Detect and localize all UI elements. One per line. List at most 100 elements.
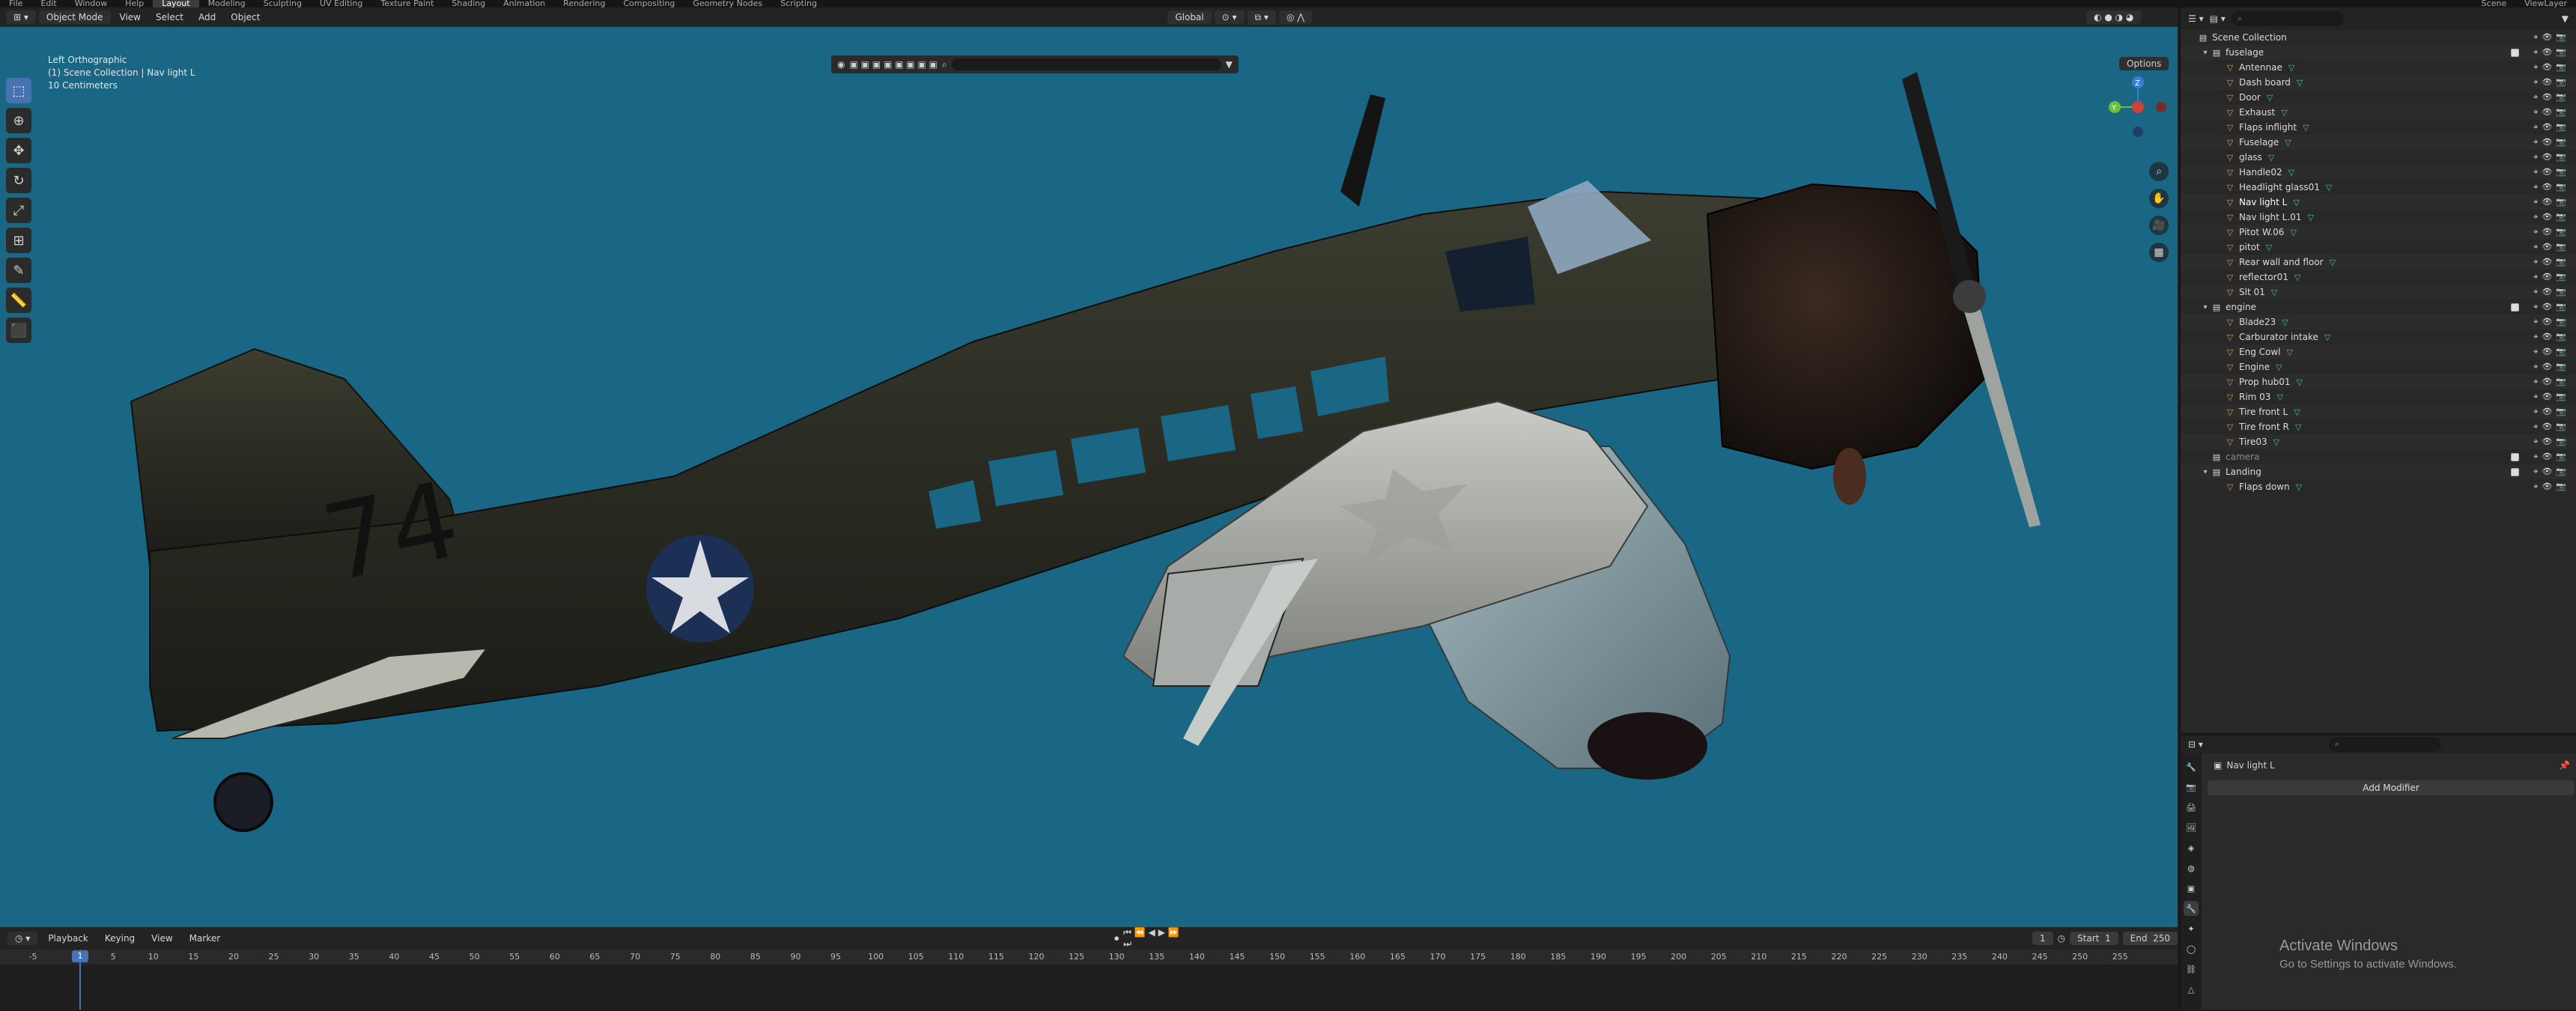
visibility-toggles[interactable]: ⌖👁📷 — [2533, 107, 2570, 118]
object-tab-icon[interactable]: ▣ — [2184, 881, 2199, 896]
outliner-object[interactable]: ▽ Exhaust ▽ ⌖👁📷 — [2181, 105, 2576, 120]
outliner-collection[interactable]: ▾ ▤ Landing ⌖👁📷 — [2181, 464, 2576, 479]
outliner-object[interactable]: ▽ Door ▽ ⌖👁📷 — [2181, 90, 2576, 105]
move-icon[interactable]: ✥ — [6, 138, 31, 163]
tool-tab-icon[interactable]: 🔧 — [2184, 759, 2199, 774]
visibility-toggles[interactable]: ⌖👁📷 — [2533, 407, 2570, 417]
menu-select[interactable]: Select — [150, 10, 189, 24]
filter-icon[interactable]: ▼ — [2562, 13, 2569, 24]
outliner-search-input[interactable]: ⌕ — [2231, 11, 2344, 26]
filter-icon[interactable]: ▼ — [1226, 59, 1233, 70]
view-layer-selector[interactable]: ViewLayer — [2515, 0, 2576, 7]
outliner-object[interactable]: ▽ Tire03 ▽ ⌖👁📷 — [2181, 434, 2576, 449]
physics-tab-icon[interactable]: ◯ — [2184, 941, 2199, 956]
visibility-toggles[interactable]: ⌖👁📷 — [2533, 47, 2570, 58]
visibility-toggles[interactable]: ⌖👁📷 — [2533, 362, 2570, 372]
visibility-toggles[interactable]: ⌖👁📷 — [2533, 212, 2570, 222]
outliner-object[interactable]: ▽ Flaps down ▽ ⌖👁📷 — [2181, 479, 2576, 494]
pivot-icon[interactable]: ⊙ ▾ — [1214, 10, 1245, 24]
outliner-object[interactable]: ▽ Headlight glass01 ▽ ⌖👁📷 — [2181, 180, 2576, 195]
exclude-checkbox[interactable] — [2511, 452, 2519, 461]
snap-icon[interactable]: ⧉ ▾ — [1247, 10, 1276, 25]
outliner-object[interactable]: ▽ Nav light L ▽ ⌖👁📷 — [2181, 195, 2576, 210]
menu-add[interactable]: Add — [192, 10, 222, 24]
outliner-object[interactable]: ▽ Pitot W.06 ▽ ⌖👁📷 — [2181, 225, 2576, 240]
outliner-collection[interactable]: ▾ ▤ fuselage ⌖👁📷 — [2181, 45, 2576, 60]
visibility-toggles[interactable]: ⌖👁📷 — [2533, 152, 2570, 163]
outliner-object[interactable]: ▽ Handle02 ▽ ⌖👁📷 — [2181, 165, 2576, 180]
visibility-toggles[interactable]: ⌖👁📷 — [2533, 242, 2570, 252]
outliner-object[interactable]: ▽ reflector01 ▽ ⌖👁📷 — [2181, 270, 2576, 285]
visibility-toggles[interactable]: ⌖👁📷 — [2533, 452, 2570, 462]
outliner-object[interactable]: ▽ Rim 03 ▽ ⌖👁📷 — [2181, 389, 2576, 404]
navigation-gizmo[interactable]: Z Y — [2104, 73, 2172, 141]
scene-tab-icon[interactable]: ◈ — [2184, 840, 2199, 855]
cursor-icon[interactable]: ⊕ — [6, 108, 31, 133]
visibility-toggles[interactable]: ⌖👁📷 — [2533, 167, 2570, 177]
3d-viewport[interactable]: 74 Left Orthographic (1) Scene Collectio… — [0, 27, 2178, 927]
visibility-toggles[interactable]: ⌖👁📷 — [2533, 197, 2570, 207]
visibility-toggles[interactable]: ⌖👁📷 — [2533, 62, 2570, 73]
zoom-icon[interactable]: ⌕ — [2149, 162, 2169, 181]
gizmo-toggle-icon[interactable]: ◉ — [837, 59, 845, 70]
view-layer-tab-icon[interactable]: 🖼 — [2184, 820, 2199, 835]
outliner-collection[interactable]: ▤ camera ⌖👁📷 — [2181, 449, 2576, 464]
visibility-toggles[interactable]: ⌖👁📷 — [2533, 317, 2570, 327]
visibility-toggles[interactable]: ⌖👁📷 — [2533, 182, 2570, 192]
rotate-icon[interactable]: ↻ — [6, 168, 31, 193]
add-modifier-button[interactable]: Add Modifier — [2208, 780, 2575, 795]
menu-keying[interactable]: Keying — [99, 932, 141, 945]
pan-icon[interactable]: ✋ — [2149, 189, 2169, 208]
menu-playback[interactable]: Playback — [42, 932, 94, 945]
tab-scripting[interactable]: Scripting — [771, 0, 826, 7]
properties-search-input[interactable]: ⌕ — [2328, 737, 2441, 752]
mode-selector[interactable]: Object Mode — [38, 10, 111, 24]
visibility-toggles[interactable]: ⌖👁📷 — [2533, 302, 2570, 312]
add-cube-icon[interactable]: ⬛ — [6, 318, 31, 343]
playback-controls[interactable]: ⏮ ⏪ ◀ ▶ ⏩ ⏭ — [1123, 927, 1182, 950]
tab-uv-editing[interactable]: UV Editing — [311, 0, 371, 7]
outliner-object[interactable]: ▽ Tire front L ▽ ⌖👁📷 — [2181, 404, 2576, 419]
visibility-toggles[interactable]: ⌖👁📷 — [2533, 287, 2570, 297]
outliner-object[interactable]: ▽ Rear wall and floor ▽ ⌖👁📷 — [2181, 255, 2576, 270]
menu-object[interactable]: Object — [225, 10, 266, 24]
record-icon[interactable]: ⏺ — [1114, 933, 1119, 944]
annotate-icon[interactable]: ✎ — [6, 258, 31, 283]
grid-icon[interactable]: ▦ — [2149, 243, 2169, 262]
outliner-object[interactable]: ▽ Carburator intake ▽ ⌖👁📷 — [2181, 330, 2576, 344]
visibility-toggles[interactable]: ⌖👁📷 — [2533, 422, 2570, 432]
outliner-object[interactable]: ▽ pitot ▽ ⌖👁📷 — [2181, 240, 2576, 255]
overlay-toggle-icon[interactable]: ▣ ▣ ▣ ▣ ▣ ▣ ▣ ▣ — [849, 59, 937, 70]
tab-modeling[interactable]: Modeling — [199, 0, 255, 7]
visibility-toggles[interactable]: ⌖👁📷 — [2533, 32, 2570, 43]
current-frame-field[interactable]: 1 — [2032, 932, 2053, 945]
outliner-object[interactable]: ▽ Nav light L.01 ▽ ⌖👁📷 — [2181, 210, 2576, 225]
timeline-track-area[interactable] — [0, 965, 2178, 1010]
scale-icon[interactable]: ⤢ — [6, 198, 31, 223]
outliner-object[interactable]: ▽ Antennae ▽ ⌖👁📷 — [2181, 60, 2576, 75]
exclude-checkbox[interactable] — [2511, 48, 2519, 57]
outliner-editor-type[interactable]: ☰ ▾ — [2188, 13, 2204, 24]
outliner-object[interactable]: ▽ Tire front R ▽ ⌖👁📷 — [2181, 419, 2576, 434]
proportional-edit-icon[interactable]: ◎ ⋀ — [1278, 10, 1313, 24]
visibility-toggles[interactable]: ⌖👁📷 — [2533, 122, 2570, 133]
editor-type-button[interactable]: ⊞ ▾ — [6, 10, 36, 24]
exclude-checkbox[interactable] — [2511, 467, 2519, 476]
timeline-ruler[interactable]: -515101520253035404550556065707580859095… — [0, 950, 2178, 965]
outliner-object[interactable]: ▽ Fuselage ▽ ⌖👁📷 — [2181, 135, 2576, 150]
expand-chevron-icon[interactable]: ▾ — [2200, 49, 2211, 57]
outliner-scene-collection[interactable]: ▤ Scene Collection ⌖👁📷 — [2181, 30, 2576, 45]
visibility-toggles[interactable]: ⌖👁📷 — [2533, 377, 2570, 387]
menu-help[interactable]: Help — [116, 0, 153, 7]
transform-icon[interactable]: ⊞ — [6, 228, 31, 253]
options-button[interactable]: Options — [2119, 57, 2169, 70]
outliner-object[interactable]: ▽ Engine ▽ ⌖👁📷 — [2181, 359, 2576, 374]
menu-file[interactable]: File — [0, 0, 31, 7]
visibility-toggles[interactable]: ⌖👁📷 — [2533, 347, 2570, 357]
tab-geometry-nodes[interactable]: Geometry Nodes — [684, 0, 771, 7]
menu-timeline-view[interactable]: View — [145, 932, 178, 945]
visibility-toggles[interactable]: ⌖👁📷 — [2533, 482, 2570, 492]
exclude-checkbox[interactable] — [2511, 303, 2519, 312]
render-tab-icon[interactable]: 📷 — [2184, 780, 2199, 795]
menu-window[interactable]: Window — [66, 0, 116, 7]
